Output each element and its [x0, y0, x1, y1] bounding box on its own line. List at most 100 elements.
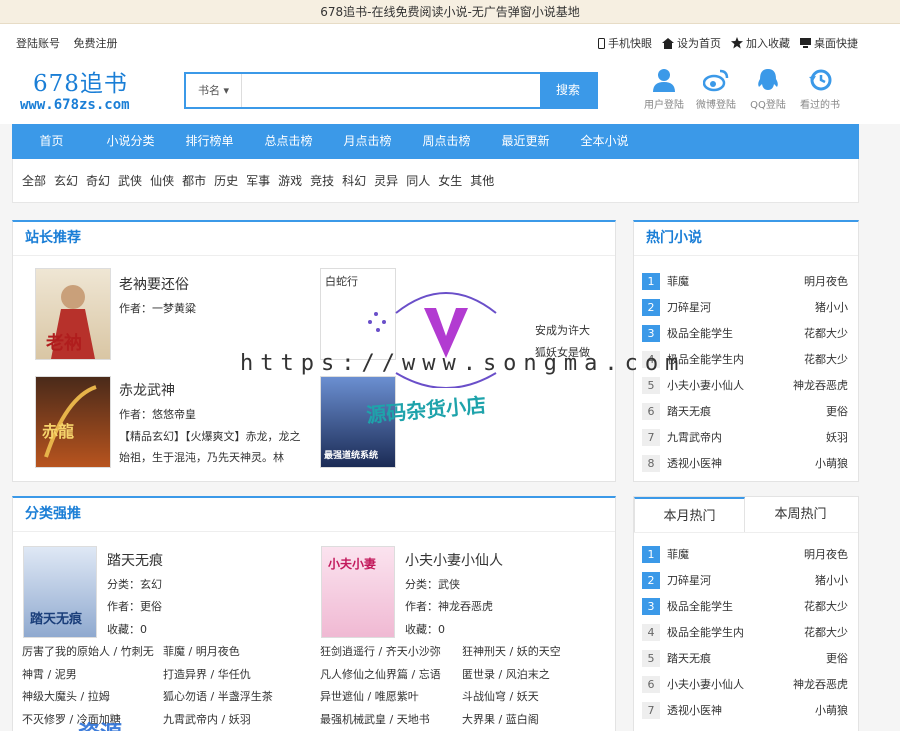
register-link[interactable]: 免费注册	[74, 37, 118, 50]
cat-link[interactable]: 女生	[438, 174, 462, 188]
book-link[interactable]: 最强机械武皇 / 天地书	[320, 709, 441, 731]
book-author: 作者：悠悠帝皇	[119, 408, 196, 421]
nav-completed[interactable]: 全本小说	[565, 124, 644, 159]
rank-number: 2	[642, 571, 660, 589]
cat-link[interactable]: 竞技	[310, 174, 334, 188]
rank-book[interactable]: 刀碎星河	[667, 299, 815, 315]
book-cover[interactable]: 小夫小妻	[321, 546, 395, 638]
nav-total-clicks[interactable]: 总点击榜	[249, 124, 328, 159]
book-cover[interactable]: 赤龍	[35, 376, 111, 468]
cat-link[interactable]: 军事	[246, 174, 270, 188]
history-button[interactable]: 看过的书	[794, 66, 846, 111]
set-home-link[interactable]: 设为首页	[662, 35, 721, 51]
user-login-button[interactable]: 用户登陆	[638, 66, 690, 111]
book-link[interactable]: 打造异界 / 华任仇	[163, 664, 273, 687]
book-cover[interactable]: 老衲	[35, 268, 111, 360]
rank-row[interactable]: 8 透视小医神 小萌狼	[642, 450, 848, 476]
weibo-login-button[interactable]: 微博登陆	[690, 66, 742, 111]
tab-weekly[interactable]: 本周热门	[745, 497, 856, 532]
rank-row[interactable]: 7 九霄武帝内 妖羽	[642, 424, 848, 450]
book-title[interactable]: 老衲要还俗	[119, 274, 189, 294]
book-title[interactable]: 踏天无痕	[107, 550, 163, 570]
book-link[interactable]: 匿世录 / 风泊末之	[462, 664, 561, 687]
book-author: 作者：神龙吞恶虎	[405, 600, 493, 613]
rank-book[interactable]: 菲魔	[667, 273, 804, 289]
favorite-link[interactable]: 加入收藏	[731, 35, 790, 51]
search-button[interactable]: 搜索	[540, 74, 596, 107]
rank-book[interactable]: 极品全能学生内	[667, 351, 804, 367]
rank-number: 1	[642, 545, 660, 563]
rank-row[interactable]: 3 极品全能学生 花都大少	[642, 320, 848, 346]
book-link[interactable]: 九霄武帝内 / 妖羽	[163, 709, 273, 731]
cat-link[interactable]: 武侠	[118, 174, 142, 188]
book-link[interactable]: 异世遮仙 / 唯愿紫叶	[320, 686, 441, 709]
rank-book[interactable]: 极品全能学生	[667, 598, 804, 614]
search-type-select[interactable]: 书名 ▾	[186, 74, 242, 107]
rank-book[interactable]: 九霄武帝内	[667, 429, 826, 445]
rank-book[interactable]: 刀碎星河	[667, 572, 815, 588]
rank-book[interactable]: 踏天无痕	[667, 650, 826, 666]
rank-row[interactable]: 6 踏天无痕 更俗	[642, 398, 848, 424]
login-link[interactable]: 登陆账号	[16, 37, 60, 50]
book-title[interactable]: 赤龙武神	[119, 380, 175, 400]
cat-link[interactable]: 同人	[406, 174, 430, 188]
book-link[interactable]: 菲魔 / 明月夜色	[163, 641, 273, 664]
tab-monthly[interactable]: 本月热门	[634, 497, 745, 532]
rank-row[interactable]: 4 极品全能学生内 花都大少	[642, 619, 848, 645]
book-link[interactable]: 狐心勿语 / 半盏浮生茶	[163, 686, 273, 709]
search-input[interactable]	[244, 76, 534, 105]
qq-login-button[interactable]: QQ登陆	[742, 66, 794, 111]
cat-link[interactable]: 玄幻	[54, 174, 78, 188]
nav-categories[interactable]: 小说分类	[91, 124, 170, 159]
rank-book[interactable]: 小夫小妻小仙人	[667, 676, 793, 692]
book-link[interactable]: 斗战仙穹 / 妖天	[462, 686, 561, 709]
rank-row[interactable]: 2 刀碎星河 猪小小	[642, 567, 848, 593]
desktop-link[interactable]: 桌面快捷	[800, 35, 858, 51]
nav-rankings[interactable]: 排行榜单	[170, 124, 249, 159]
rank-row[interactable]: 5 踏天无痕 更俗	[642, 645, 848, 671]
cat-link[interactable]: 仙侠	[150, 174, 174, 188]
nav-home[interactable]: 首页	[12, 124, 91, 159]
cat-link[interactable]: 灵异	[374, 174, 398, 188]
rank-row[interactable]: 1 菲魔 明月夜色	[642, 541, 848, 567]
cat-link[interactable]: 科幻	[342, 174, 366, 188]
book-cover[interactable]: 踏天无痕	[23, 546, 97, 638]
rank-book[interactable]: 踏天无痕	[667, 403, 826, 419]
book-link[interactable]: 狂神刑天 / 妖的天空	[462, 641, 561, 664]
cat-link[interactable]: 全部	[22, 174, 46, 188]
book-title[interactable]: 小夫小妻小仙人	[405, 550, 503, 570]
book-link[interactable]: 狂剑逍遥行 / 齐天小沙弥	[320, 641, 441, 664]
rank-row[interactable]: 1 菲魔 明月夜色	[642, 268, 848, 294]
rank-row[interactable]: 6 小夫小妻小仙人 神龙吞恶虎	[642, 671, 848, 697]
rank-book[interactable]: 小夫小妻小仙人	[667, 377, 793, 393]
rank-author: 花都大少	[804, 327, 848, 340]
book-link[interactable]: 大界果 / 蓝白阁	[462, 709, 561, 731]
rank-number: 7	[642, 428, 660, 446]
logo-url[interactable]: www.678zs.com	[20, 97, 130, 113]
rank-row[interactable]: 2 刀碎星河 猪小小	[642, 294, 848, 320]
cat-link[interactable]: 历史	[214, 174, 238, 188]
weibo-login-label: 微博登陆	[696, 100, 736, 111]
nav-weekly-clicks[interactable]: 周点击榜	[407, 124, 486, 159]
book-link[interactable]: 凡人修仙之仙界篇 / 忘语	[320, 664, 441, 687]
rank-book[interactable]: 透视小医神	[667, 455, 815, 471]
book-favorites: 收藏：0	[405, 623, 445, 636]
cat-link[interactable]: 奇幻	[86, 174, 110, 188]
rank-book[interactable]: 菲魔	[667, 546, 804, 562]
mobile-link[interactable]: 手机快眼	[598, 35, 652, 51]
book-link[interactable]: 神霄 / 泥男	[22, 664, 154, 687]
cat-link[interactable]: 游戏	[278, 174, 302, 188]
rank-book[interactable]: 透视小医神	[667, 702, 815, 718]
book-link[interactable]: 厉害了我的原始人 / 竹刺无	[22, 641, 154, 664]
book-link[interactable]: 神级大魔头 / 拉姆	[22, 686, 154, 709]
rank-row[interactable]: 3 极品全能学生 花都大少	[642, 593, 848, 619]
rank-row[interactable]: 7 透视小医神 小萌狼	[642, 697, 848, 723]
rank-book[interactable]: 极品全能学生内	[667, 624, 804, 640]
nav-monthly-clicks[interactable]: 月点击榜	[328, 124, 407, 159]
rank-author: 神龙吞恶虎	[793, 379, 848, 392]
cat-link[interactable]: 其他	[470, 174, 494, 188]
nav-latest[interactable]: 最近更新	[486, 124, 565, 159]
cat-link[interactable]: 都市	[182, 174, 206, 188]
rank-book[interactable]: 极品全能学生	[667, 325, 804, 341]
logo-name[interactable]: 678追书	[33, 64, 128, 98]
